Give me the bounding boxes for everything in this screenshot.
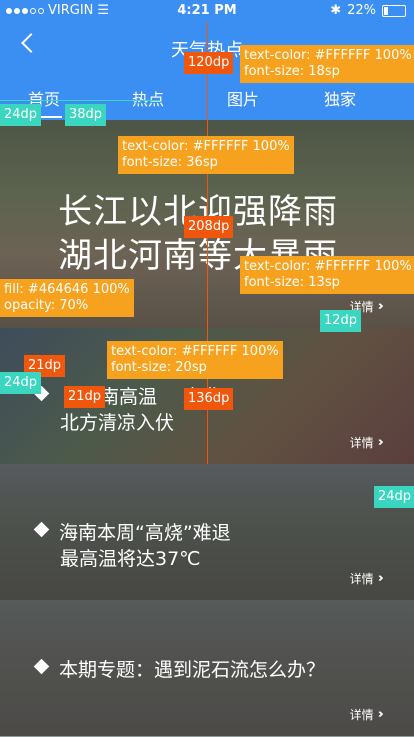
card-more-link[interactable]: 详情 ›› <box>349 570 385 587</box>
card-more-link[interactable]: 详情 ›› <box>349 706 385 723</box>
more-label: 详情 <box>349 572 374 586</box>
news-card-4[interactable]: 本期专题：遇到泥石流怎么办？ 详情 ›› <box>0 600 414 737</box>
tab-pictures[interactable]: 图片 <box>203 86 283 110</box>
battery-icon <box>382 4 406 17</box>
more-label: 详情 <box>349 708 374 722</box>
annotation-card-right-margin: 24dp <box>374 486 414 508</box>
battery-percent: 22% <box>347 3 376 18</box>
double-chevron-right-icon: ›› <box>377 707 385 722</box>
diamond-icon <box>33 521 50 538</box>
annotation-more-margin: 12dp <box>320 310 362 332</box>
status-right: ✱ 22% <box>330 3 406 18</box>
tab-hot[interactable]: 热点 <box>108 86 188 110</box>
card-subtitle: 北方清凉入伏 <box>60 412 175 434</box>
diamond-icon <box>33 658 50 675</box>
status-bar: VIRGIN ☰ 4:21 PM ✱ 22% <box>0 0 414 22</box>
annotation-card-height: 136dp <box>184 388 234 410</box>
double-chevron-right-icon: ›› <box>377 571 385 586</box>
bluetooth-icon: ✱ <box>330 3 342 18</box>
more-label: 详情 <box>349 436 374 450</box>
double-chevron-right-icon: ›› <box>377 299 385 314</box>
annotation-hero-spec: text-color: #FFFFFF 100% font-size: 36sp <box>118 136 294 174</box>
tab-exclusive[interactable]: 独家 <box>300 86 380 110</box>
card-subtitle: 最高温将达37℃ <box>60 548 201 570</box>
annotation-tab-underline-width: 38dp <box>65 104 107 126</box>
card-title: 本期专题：遇到泥石流怎么办？ <box>33 655 326 682</box>
card-title-text: 本期专题：遇到泥石流怎么办？ <box>59 659 326 681</box>
card-more-link[interactable]: 详情 ›› <box>349 434 385 451</box>
tab-measure-line <box>0 100 160 101</box>
annotation-nav-title-spec: text-color: #FFFFFF 100% font-size: 18sp <box>240 45 414 83</box>
annotation-overlay-spec: fill: #464646 100% opacity: 70% <box>0 279 134 317</box>
battery-fill <box>384 6 388 15</box>
annotation-more-spec: text-color: #FFFFFF 100% font-size: 13sp <box>240 256 414 294</box>
annotation-tab-margin: 24dp <box>0 104 42 126</box>
news-card-3[interactable]: 海南本周“高烧”难退 最高温将达37℃ 详情 ›› <box>0 464 414 601</box>
annotation-nav-title-width: 120dp <box>184 52 234 74</box>
card-title-text: 海南本周“高烧”难退 <box>59 522 231 544</box>
card-title: 海南本周“高烧”难退 <box>33 518 231 545</box>
annotation-diamond-gap: 21dp <box>64 386 106 408</box>
annotation-hero-height: 208dp <box>184 216 234 238</box>
annotation-card-title-spec: text-color: #FFFFFF 100% font-size: 20sp <box>107 341 283 379</box>
annotation-card-left-margin: 24dp <box>0 372 42 394</box>
double-chevron-right-icon: ›› <box>377 435 385 450</box>
